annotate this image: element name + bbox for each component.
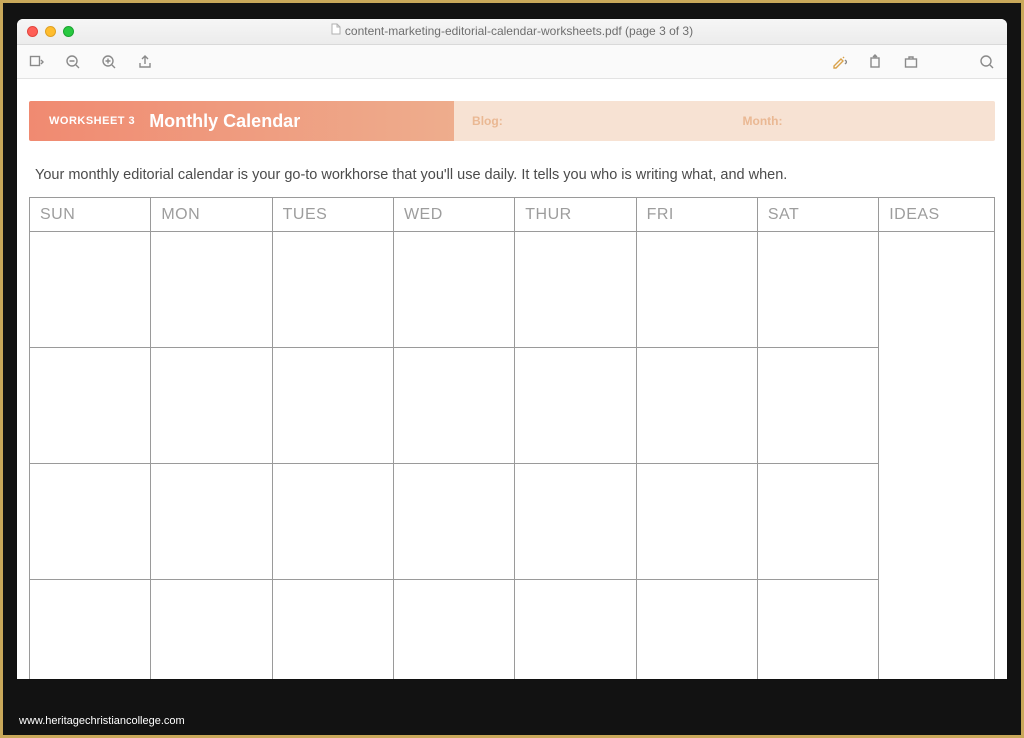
calendar-cell — [636, 580, 757, 680]
worksheet-banner: WORKSHEET 3 Monthly Calendar Blog: Month… — [29, 101, 995, 141]
minimize-window-button[interactable] — [45, 26, 56, 37]
zoom-out-button[interactable] — [65, 54, 81, 70]
banner-fields: Blog: Month: — [454, 101, 995, 141]
calendar-cell — [636, 232, 757, 348]
calendar-cell — [272, 464, 393, 580]
pdf-page: WORKSHEET 3 Monthly Calendar Blog: Month… — [17, 79, 1007, 679]
calendar-cell — [30, 348, 151, 464]
worksheet-number: WORKSHEET 3 — [49, 115, 135, 127]
calendar-cell — [30, 580, 151, 680]
calendar-cell — [515, 232, 636, 348]
highlight-button[interactable] — [831, 54, 847, 70]
calendar-cell — [272, 348, 393, 464]
calendar-cell — [393, 464, 514, 580]
window-title: content-marketing-editorial-calendar-wor… — [17, 24, 1007, 39]
calendar-cell — [30, 232, 151, 348]
calendar-cell — [151, 348, 272, 464]
calendar-cell — [757, 232, 878, 348]
view-mode-button[interactable] — [29, 54, 45, 70]
close-window-button[interactable] — [27, 26, 38, 37]
calendar-cell — [515, 348, 636, 464]
calendar-cell — [393, 348, 514, 464]
calendar-cell — [636, 464, 757, 580]
toolbar-left-group — [29, 54, 153, 70]
calendar-cell — [515, 464, 636, 580]
calendar-cell — [757, 464, 878, 580]
calendar-cell — [272, 580, 393, 680]
col-header: FRI — [636, 198, 757, 232]
calendar-row — [30, 232, 995, 348]
calendar-cell — [393, 232, 514, 348]
calendar-grid: SUN MON TUES WED THUR FRI SAT IDEAS — [29, 197, 995, 679]
document-icon — [331, 23, 341, 38]
col-header: WED — [393, 198, 514, 232]
markup-button[interactable] — [903, 54, 919, 70]
banner-month-label: Month: — [725, 114, 801, 128]
calendar-cell — [757, 348, 878, 464]
share-button[interactable] — [137, 54, 153, 70]
calendar-row — [30, 348, 995, 464]
calendar-cell — [515, 580, 636, 680]
col-header: MON — [151, 198, 272, 232]
col-header: SAT — [757, 198, 878, 232]
calendar-cell — [151, 580, 272, 680]
zoom-in-button[interactable] — [101, 54, 117, 70]
window-titlebar: content-marketing-editorial-calendar-wor… — [17, 19, 1007, 45]
calendar-cell — [636, 348, 757, 464]
col-header: THUR — [515, 198, 636, 232]
ideas-cell — [879, 232, 995, 680]
zoom-window-button[interactable] — [63, 26, 74, 37]
col-header: TUES — [272, 198, 393, 232]
rotate-button[interactable] — [867, 54, 883, 70]
calendar-row — [30, 580, 995, 680]
worksheet-title: Monthly Calendar — [149, 111, 300, 132]
calendar-cell — [393, 580, 514, 680]
pdf-viewer-window: content-marketing-editorial-calendar-wor… — [17, 19, 1007, 679]
intro-paragraph: Your monthly editorial calendar is your … — [35, 167, 989, 183]
window-controls — [27, 26, 74, 37]
col-header: IDEAS — [879, 198, 995, 232]
calendar-cell — [30, 464, 151, 580]
calendar-header-row: SUN MON TUES WED THUR FRI SAT IDEAS — [30, 198, 995, 232]
window-title-text: content-marketing-editorial-calendar-wor… — [345, 24, 693, 38]
search-button[interactable] — [979, 54, 995, 70]
source-watermark: www.heritagechristiancollege.com — [19, 715, 185, 727]
banner-blog-label: Blog: — [454, 114, 724, 128]
toolbar-right-group — [831, 54, 995, 70]
calendar-cell — [757, 580, 878, 680]
outer-gold-frame: content-marketing-editorial-calendar-wor… — [0, 0, 1024, 738]
dark-background-frame: content-marketing-editorial-calendar-wor… — [3, 3, 1021, 735]
col-header: SUN — [30, 198, 151, 232]
calendar-row — [30, 464, 995, 580]
calendar-cell — [151, 232, 272, 348]
calendar-cell — [151, 464, 272, 580]
banner-title-block: WORKSHEET 3 Monthly Calendar — [29, 101, 454, 141]
toolbar — [17, 45, 1007, 79]
calendar-cell — [272, 232, 393, 348]
